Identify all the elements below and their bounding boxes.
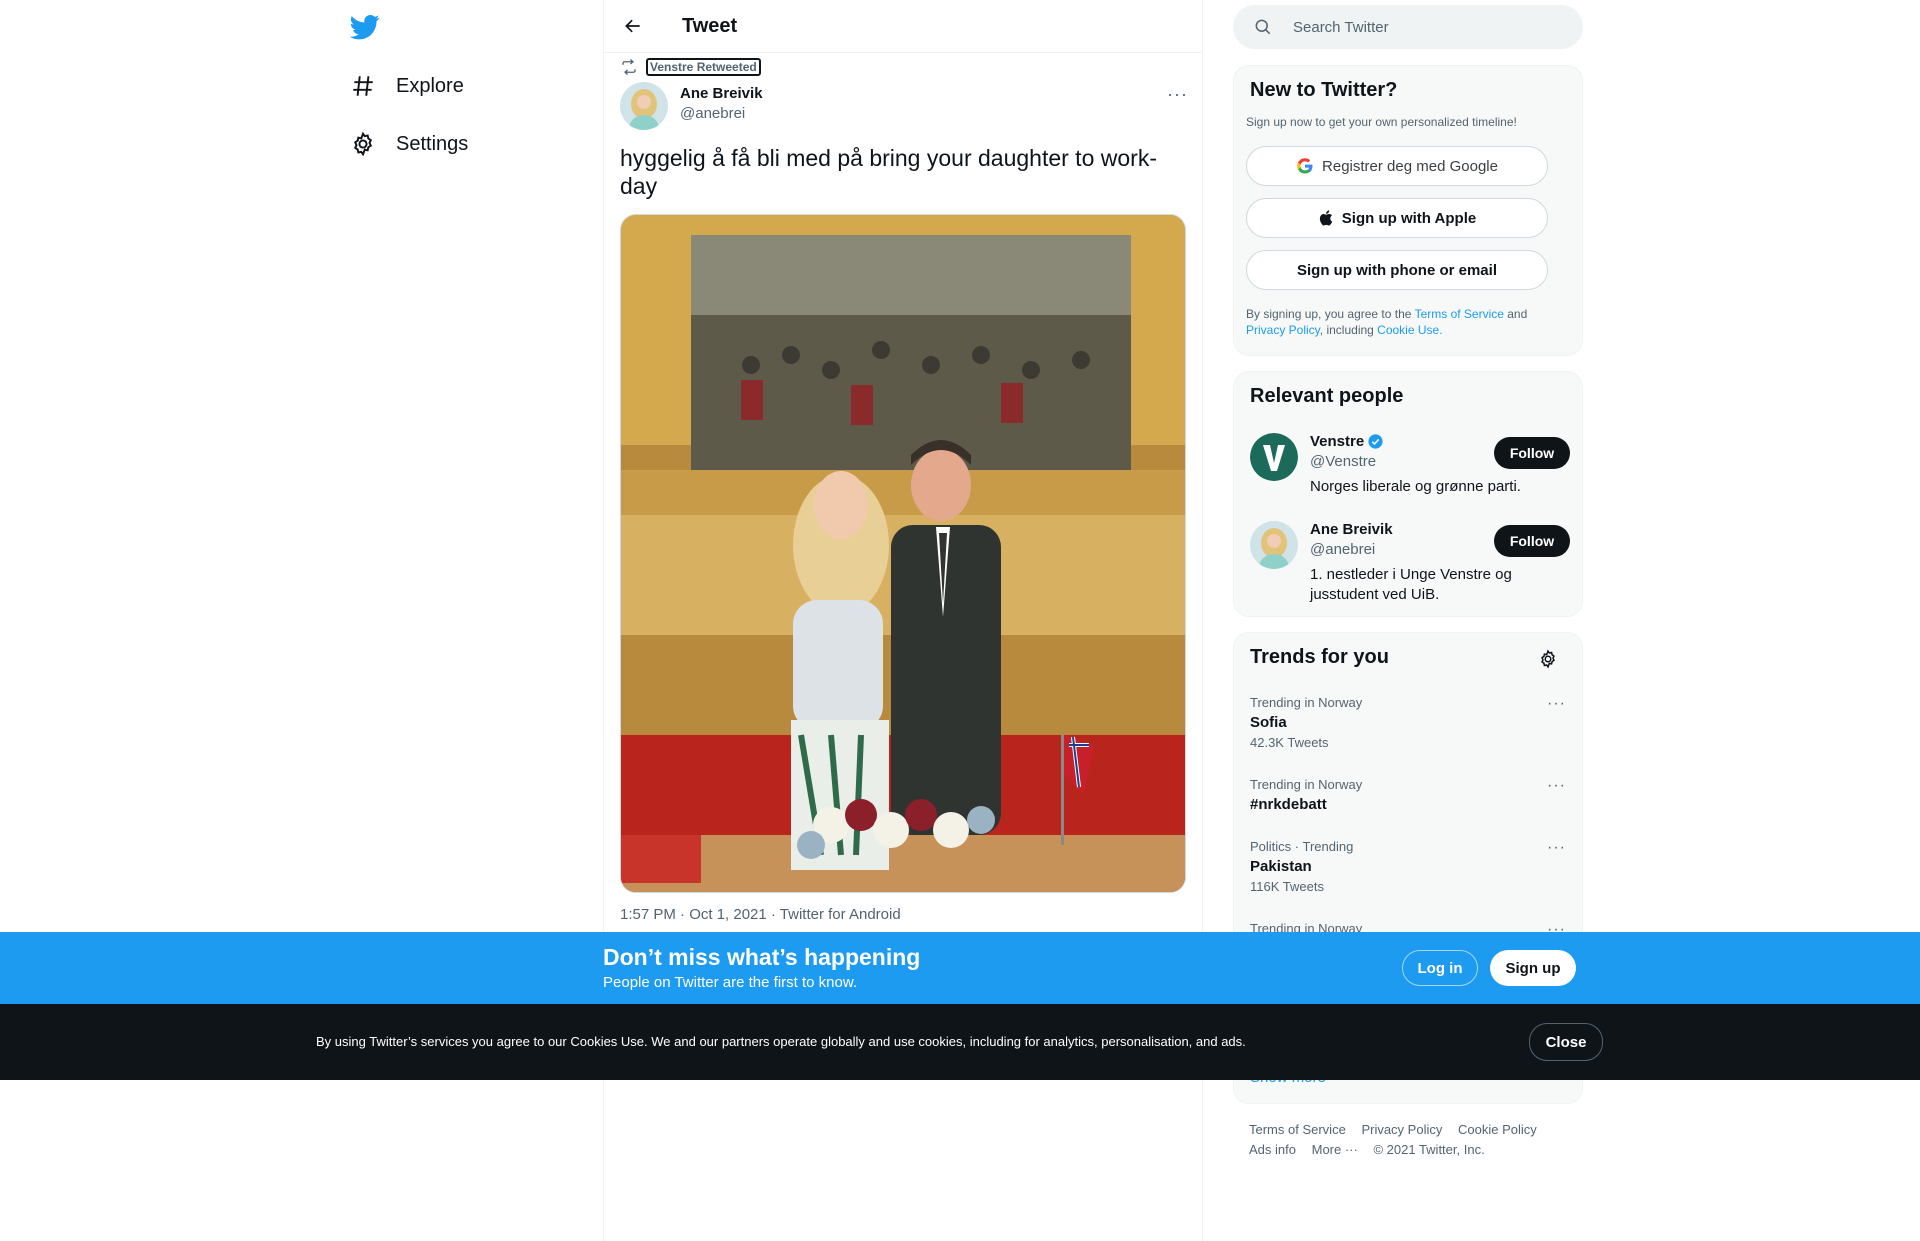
retweet-context: Venstre Retweeted <box>620 58 761 76</box>
terms-and: and <box>1503 307 1528 321</box>
author-name[interactable]: Ane Breivik <box>680 84 763 104</box>
back-arrow-icon <box>625 19 640 33</box>
nav-item-settings[interactable]: Settings <box>350 124 468 164</box>
signup-terms-text: By signing up, you agree to the Terms of… <box>1246 306 1566 338</box>
search-icon <box>1255 19 1271 35</box>
apple-signup-button[interactable]: Sign up with Apple <box>1246 198 1548 238</box>
person-name[interactable]: Ane Breivik <box>1310 521 1393 538</box>
trend-item[interactable]: Trending in Norway Sofia 42.3K Tweets ··… <box>1250 695 1566 750</box>
footer-more-link[interactable]: More ··· <box>1312 1142 1358 1157</box>
trend-context: Trending in Norway <box>1250 695 1363 710</box>
cookie-banner-text: By using Twitter’s services you agree to… <box>316 1034 1246 1049</box>
person-handle[interactable]: @anebrei <box>1310 541 1375 558</box>
phone-email-signup-button[interactable]: Sign up with phone or email <box>1246 250 1548 290</box>
more-icon[interactable]: ··· <box>1547 777 1566 795</box>
signup-banner: Don’t miss what’s happening People on Tw… <box>0 932 1920 1004</box>
close-button[interactable]: Close <box>1529 1023 1603 1061</box>
apple-icon <box>1319 210 1332 226</box>
person-handle[interactable]: @Venstre <box>1310 453 1376 470</box>
apple-signup-label: Sign up with Apple <box>1341 209 1477 227</box>
person-venstre[interactable]: Venstre @Venstre Norges liberale og grøn… <box>1250 433 1570 503</box>
trend-item[interactable]: Trending in Norway #nrkdebatt ··· <box>1250 777 1566 813</box>
terms-prefix: By signing up, you agree to the <box>1246 307 1415 321</box>
more-icon[interactable]: ··· <box>1547 839 1566 857</box>
avatar[interactable] <box>1250 433 1298 481</box>
footer-ads-link[interactable]: Ads info <box>1249 1142 1296 1157</box>
phone-email-signup-label: Sign up with phone or email <box>1296 261 1497 279</box>
google-icon <box>1297 158 1313 174</box>
google-signup-label: Registrer deg med Google <box>1322 157 1498 175</box>
avatar[interactable] <box>620 82 668 130</box>
nav-label-explore: Explore <box>396 74 464 97</box>
hashtag-icon <box>350 73 376 99</box>
person-name[interactable]: Venstre <box>1310 433 1364 450</box>
page-title: Tweet <box>682 14 738 37</box>
footer-links: Terms of Service Privacy Policy Cookie P… <box>1249 1120 1579 1160</box>
footer-cookie-link[interactable]: Cookie Policy <box>1458 1122 1537 1137</box>
avatar[interactable] <box>1250 521 1298 569</box>
person-anebrei[interactable]: Ane Breivik @anebrei 1. nestleder i Unge… <box>1250 521 1570 611</box>
banner-subtitle: People on Twitter are the first to know. <box>603 974 858 991</box>
follow-button-venstre[interactable]: Follow <box>1494 437 1570 469</box>
gear-icon[interactable] <box>1538 649 1558 669</box>
author-handle[interactable]: @anebrei <box>680 104 763 124</box>
google-signup-button[interactable]: Registrer deg med Google <box>1246 146 1548 186</box>
trend-name: #nrkdebatt <box>1250 796 1327 813</box>
retweeted-by-link[interactable]: Venstre Retweeted <box>646 58 761 76</box>
relevant-people-card: Relevant people Venstre @Venstre Norges … <box>1233 371 1583 617</box>
card-subtitle: Sign up now to get your own personalized… <box>1246 115 1517 129</box>
back-button[interactable] <box>616 9 650 43</box>
trend-count: 116K Tweets <box>1250 879 1324 894</box>
trend-name: Pakistan <box>1250 858 1312 875</box>
twitter-logo-icon[interactable] <box>349 12 380 42</box>
verified-icon <box>1368 434 1383 449</box>
nav-item-explore[interactable]: Explore <box>350 66 464 106</box>
privacy-policy-link[interactable]: Privacy Policy <box>1246 323 1320 337</box>
terms-including: , including <box>1319 323 1378 337</box>
page-header: Tweet <box>604 0 1202 53</box>
person-name-row: Ane Breivik <box>1310 521 1393 538</box>
person-bio: Norges liberale og grønne parti. <box>1310 478 1521 495</box>
trend-context: Politics · Trending <box>1250 839 1354 854</box>
trend-name: Sofia <box>1250 714 1287 731</box>
person-name-row: Venstre <box>1310 433 1384 450</box>
tweet-photo[interactable] <box>620 214 1186 893</box>
nav-label-settings: Settings <box>396 132 469 155</box>
login-button[interactable]: Log in <box>1402 950 1478 986</box>
terms-of-service-link[interactable]: Terms of Service <box>1415 307 1504 321</box>
signup-button[interactable]: Sign up <box>1490 950 1576 986</box>
cookie-banner: By using Twitter’s services you agree to… <box>0 1004 1920 1080</box>
new-to-twitter-card: New to Twitter? Sign up now to get your … <box>1233 65 1583 356</box>
tweet-author: Ane Breivik @anebrei <box>620 82 763 130</box>
trend-count: 42.3K Tweets <box>1250 735 1329 750</box>
gear-icon <box>350 131 376 157</box>
cookie-use-link[interactable]: Cookie Use. <box>1377 323 1442 337</box>
more-icon[interactable]: ··· <box>1167 84 1188 105</box>
card-title: New to Twitter? <box>1250 79 1398 101</box>
follow-button-anebrei[interactable]: Follow <box>1494 525 1570 557</box>
more-icon[interactable]: ··· <box>1547 695 1566 713</box>
footer-privacy-link[interactable]: Privacy Policy <box>1361 1122 1442 1137</box>
trend-context: Trending in Norway <box>1250 777 1363 792</box>
search-bar[interactable] <box>1233 5 1583 49</box>
footer-copyright: © 2021 Twitter, Inc. <box>1373 1142 1485 1157</box>
search-input[interactable] <box>1291 17 1555 37</box>
tweet-timestamp[interactable]: 1:57 PM · Oct 1, 2021 · Twitter for Andr… <box>620 906 901 923</box>
footer-terms-link[interactable]: Terms of Service <box>1249 1122 1346 1137</box>
trend-item[interactable]: Politics · Trending Pakistan 116K Tweets… <box>1250 839 1566 894</box>
retweet-icon <box>622 59 636 75</box>
tweet-text: hyggelig å få bli med på bring your daug… <box>620 145 1157 199</box>
banner-title: Don’t miss what’s happening <box>603 944 921 970</box>
person-bio: 1. nestleder i Unge Venstre og jusstuden… <box>1310 566 1512 603</box>
card-title: Relevant people <box>1250 385 1404 407</box>
card-title: Trends for you <box>1250 646 1389 668</box>
